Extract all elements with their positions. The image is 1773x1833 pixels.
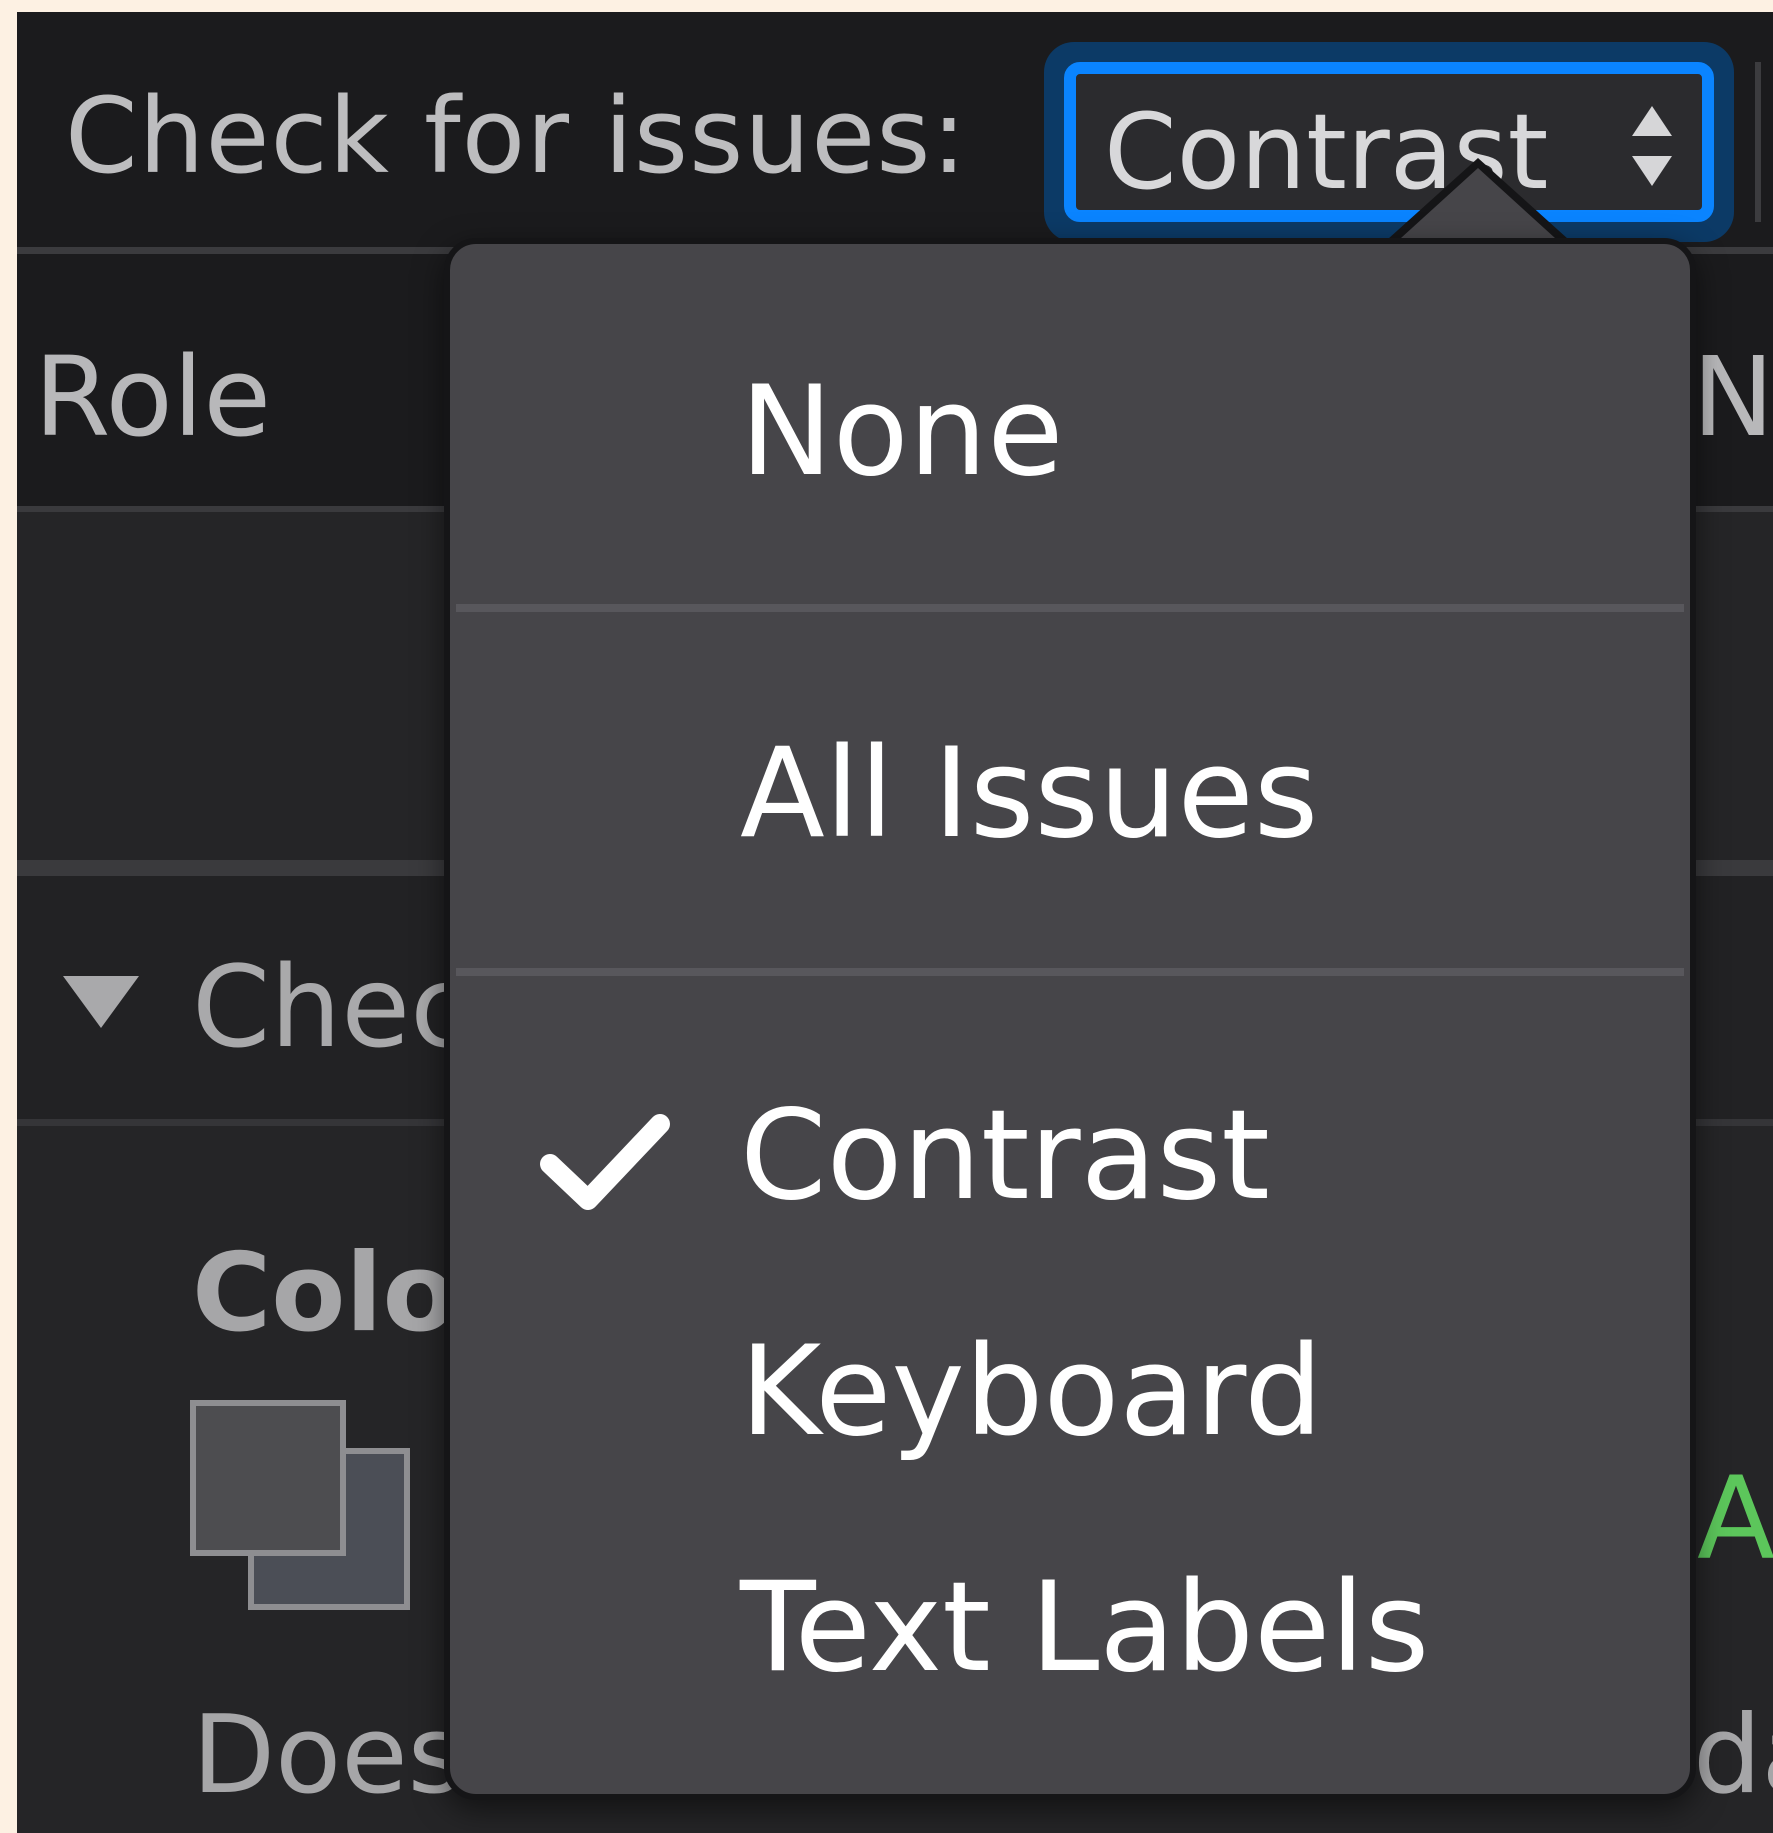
group-label: Chec bbox=[192, 943, 472, 1073]
menu-separator bbox=[456, 604, 1684, 612]
up-down-chevron-icon bbox=[1632, 106, 1672, 186]
issue-type-menu: None All Issues Contrast Keyboard Text L… bbox=[444, 238, 1696, 1800]
column-header-role[interactable]: Role bbox=[34, 342, 271, 452]
menu-item-all-issues[interactable]: All Issues bbox=[450, 732, 1690, 856]
check-for-issues-label: Check for issues: bbox=[65, 75, 968, 197]
detail-right-text: da bbox=[1693, 1693, 1773, 1818]
detail-title: Colo bbox=[192, 1231, 457, 1356]
menu-item-contrast[interactable]: Contrast bbox=[450, 1094, 1690, 1218]
menu-item-keyboard[interactable]: Keyboard bbox=[450, 1330, 1690, 1454]
color-swatch-icon bbox=[190, 1400, 410, 1610]
disclosure-triangle-icon[interactable] bbox=[59, 972, 143, 1032]
detail-description: Does bbox=[192, 1693, 464, 1818]
menu-item-text-labels[interactable]: Text Labels bbox=[450, 1566, 1690, 1690]
menu-separator bbox=[456, 968, 1684, 976]
menu-pointer-arrow bbox=[1378, 158, 1578, 248]
menu-item-none[interactable]: None bbox=[450, 370, 1690, 494]
contrast-sample-letter: A bbox=[1697, 1452, 1773, 1585]
column-header-name[interactable]: Na bbox=[1692, 342, 1773, 452]
toolbar-divider bbox=[1755, 62, 1761, 222]
